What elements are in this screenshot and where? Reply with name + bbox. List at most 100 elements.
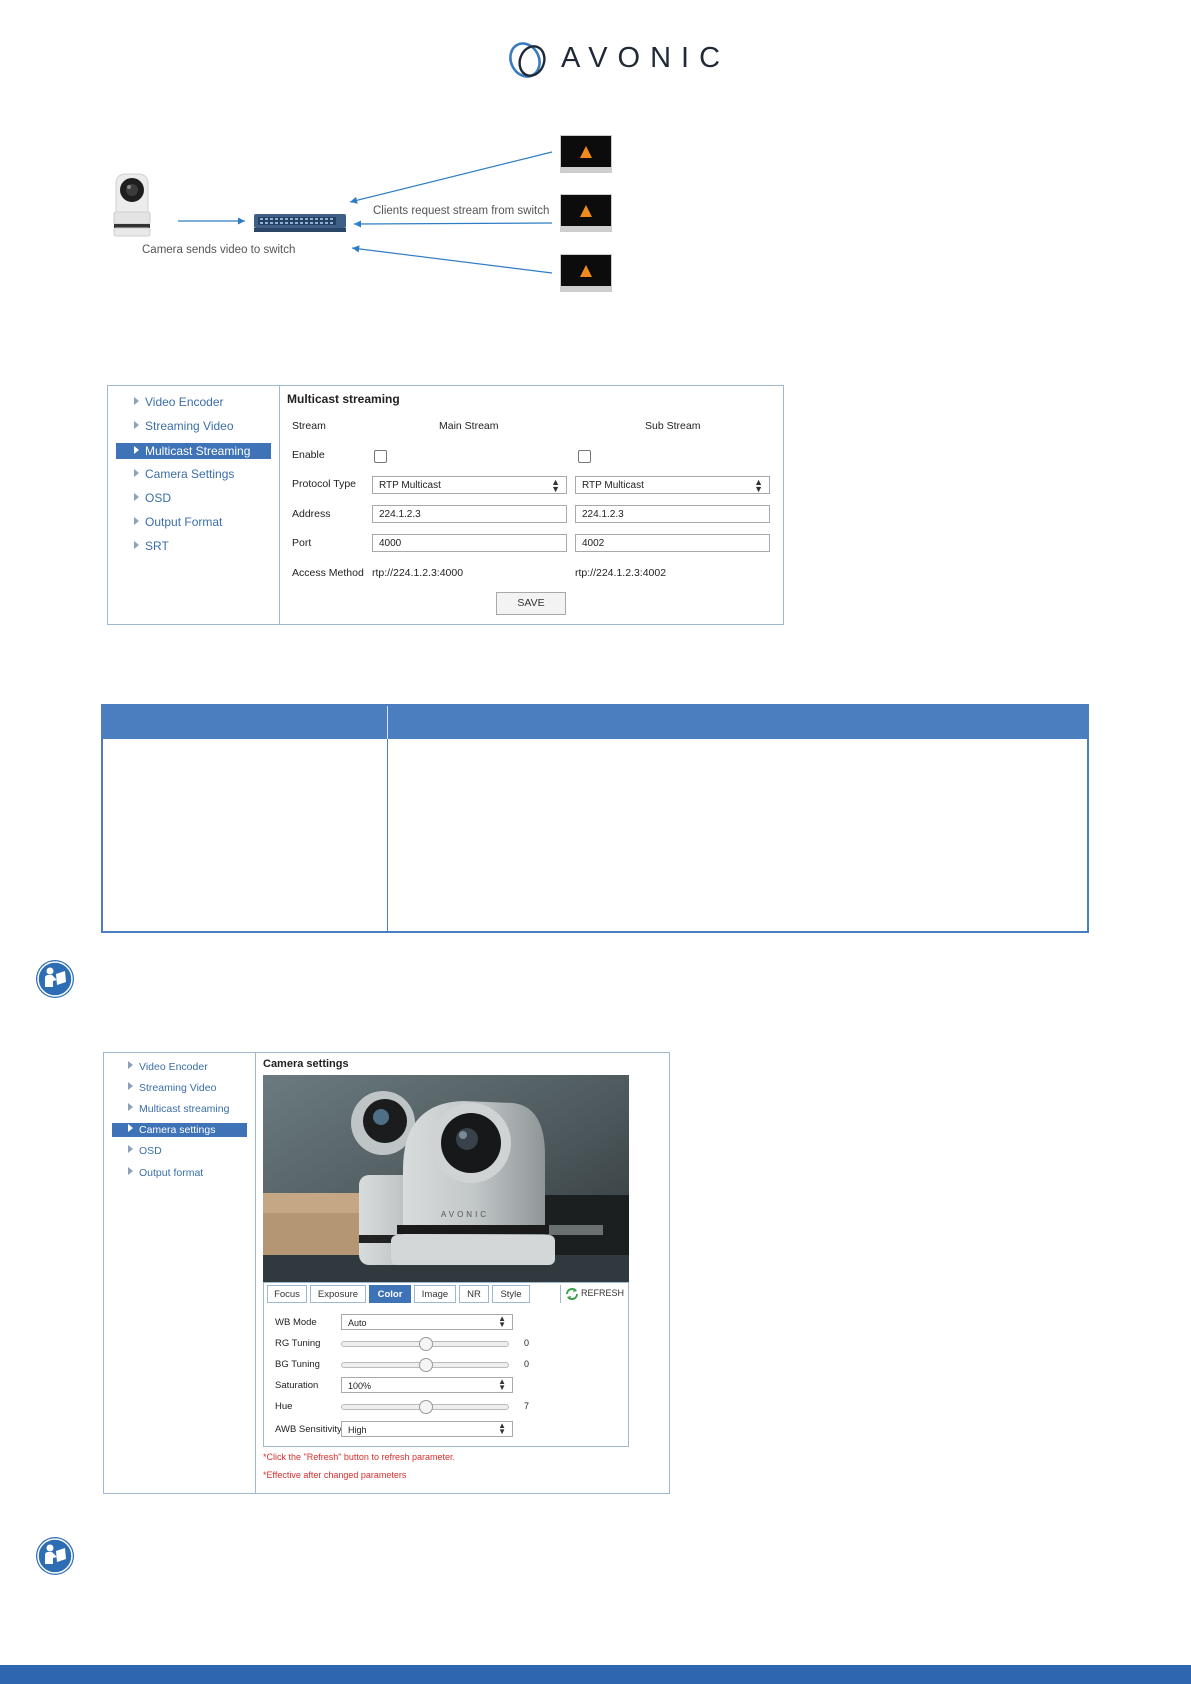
vlc-cone-icon	[580, 265, 592, 277]
save-button[interactable]: SAVE	[496, 592, 566, 615]
triangle-right-icon	[128, 1167, 133, 1175]
info-note-icon	[36, 960, 74, 998]
sidebar-item-osd[interactable]: OSD	[112, 1143, 247, 1160]
sub-address-input[interactable]: 224.1.2.3	[575, 505, 770, 523]
triangle-right-icon	[128, 1061, 133, 1069]
rg-tuning-value: 0	[524, 1338, 530, 1348]
tab-style[interactable]: Style	[492, 1285, 530, 1303]
hue-slider-thumb[interactable]	[419, 1400, 433, 1414]
saturation-select[interactable]: 100% ▲ ▼	[341, 1377, 513, 1393]
logo-wordmark: AVONIC	[561, 42, 731, 74]
select-arrows-icon: ▲ ▼	[498, 1421, 506, 1436]
camera-caption: Camera sends video to switch	[142, 244, 296, 256]
footer-bar	[0, 1665, 1191, 1684]
triangle-right-icon	[134, 517, 139, 525]
camera-sidebar: Video Encoder Streaming Video Multicast …	[104, 1053, 256, 1493]
triangle-right-icon	[134, 493, 139, 501]
avonic-logo-icon	[509, 42, 546, 78]
tab-nr[interactable]: NR	[459, 1285, 489, 1303]
main-port-input[interactable]: 4000	[372, 534, 567, 552]
tab-exposure[interactable]: Exposure	[310, 1285, 366, 1303]
table-header	[103, 706, 1087, 739]
network-switch-icon	[254, 214, 346, 232]
port-label: Port	[292, 537, 312, 549]
hue-value: 7	[524, 1401, 530, 1411]
multicast-title: Multicast streaming	[287, 392, 400, 406]
parameter-table	[101, 704, 1089, 933]
main-enable-checkbox[interactable]	[374, 450, 387, 463]
main-access-url: rtp://224.1.2.3:4000	[372, 567, 464, 579]
bg-tuning-value: 0	[524, 1359, 530, 1369]
awb-sensitivity-select[interactable]: High ▲ ▼	[341, 1421, 513, 1437]
sidebar-item-video-encoder[interactable]: Video Encoder	[116, 394, 271, 411]
refresh-icon	[566, 1288, 578, 1300]
awb-sensitivity-label: AWB Sensitivity	[275, 1424, 342, 1435]
main-stream-column-label: Main Stream	[439, 420, 499, 432]
client-player-3	[560, 254, 612, 292]
main-address-input[interactable]: 224.1.2.3	[372, 505, 567, 523]
select-arrows-icon: ▲ ▼	[498, 1314, 506, 1329]
hue-label: Hue	[275, 1401, 293, 1412]
sidebar-item-output-format[interactable]: Output format	[112, 1165, 247, 1182]
multicast-sidebar: Video Encoder Streaming Video Multicast …	[108, 386, 280, 624]
protocol-type-label: Protocol Type	[292, 478, 357, 490]
info-note-icon	[36, 1537, 74, 1575]
sub-port-input[interactable]: 4002	[575, 534, 770, 552]
effective-note: *Effective after changed parameters	[263, 1470, 407, 1480]
sub-access-url: rtp://224.1.2.3:4002	[575, 567, 667, 579]
sidebar-item-multicast-streaming[interactable]: Multicast Streaming	[116, 443, 271, 459]
client1-arrow	[349, 151, 553, 204]
sidebar-item-output-format[interactable]: Output Format	[116, 514, 271, 531]
enable-label: Enable	[292, 449, 325, 461]
triangle-right-icon	[128, 1124, 133, 1132]
rg-tuning-label: RG Tuning	[275, 1338, 321, 1349]
sub-stream-column-label: Sub Stream	[645, 420, 701, 432]
sidebar-item-multicast-streaming[interactable]: Multicast streaming	[112, 1101, 247, 1118]
triangle-right-icon	[134, 469, 139, 477]
select-arrows-icon: ▲ ▼	[551, 477, 560, 494]
sidebar-item-camera-settings[interactable]: Camera Settings	[116, 466, 271, 483]
client-player-1	[560, 135, 612, 173]
client-player-2	[560, 194, 612, 232]
sub-protocol-select[interactable]: RTP Multicast ▲ ▼	[575, 476, 770, 494]
bg-tuning-label: BG Tuning	[275, 1359, 320, 1370]
wb-mode-select[interactable]: Auto ▲ ▼	[341, 1314, 513, 1330]
preview-brand-label: AVONIC	[441, 1210, 490, 1219]
camera-settings-title: Camera settings	[263, 1058, 349, 1070]
refresh-note: *Click the "Refresh" button to refresh p…	[263, 1452, 455, 1462]
triangle-right-icon	[134, 541, 139, 549]
camera-preview: AVONIC	[263, 1075, 629, 1282]
sidebar-item-srt[interactable]: SRT	[116, 538, 271, 555]
select-arrows-icon: ▲ ▼	[498, 1377, 506, 1392]
triangle-right-icon	[128, 1103, 133, 1111]
sub-enable-checkbox[interactable]	[578, 450, 591, 463]
sidebar-item-streaming-video[interactable]: Streaming Video	[112, 1080, 247, 1097]
triangle-right-icon	[134, 421, 139, 429]
access-method-label: Access Method	[292, 567, 364, 579]
camera-preview-image	[263, 1075, 629, 1282]
tab-focus[interactable]: Focus	[267, 1285, 307, 1303]
vlc-cone-icon	[580, 146, 592, 158]
tab-image[interactable]: Image	[414, 1285, 456, 1303]
sidebar-item-streaming-video[interactable]: Streaming Video	[116, 418, 271, 435]
sidebar-item-camera-settings[interactable]: Camera settings	[112, 1123, 247, 1137]
stream-column-label: Stream	[292, 420, 326, 432]
triangle-right-icon	[134, 446, 139, 454]
clients-caption: Clients request stream from switch	[373, 205, 550, 217]
diagram-drawing	[113, 151, 553, 274]
ptz-camera-icon	[113, 173, 151, 237]
rg-tuning-slider-thumb[interactable]	[419, 1337, 433, 1351]
client2-arrow	[353, 220, 553, 228]
tab-color[interactable]: Color	[369, 1285, 411, 1303]
bg-tuning-slider-thumb[interactable]	[419, 1358, 433, 1372]
select-arrows-icon: ▲ ▼	[754, 477, 763, 494]
avonic-logo: AVONIC	[505, 38, 720, 82]
sidebar-item-osd[interactable]: OSD	[116, 490, 271, 507]
refresh-button[interactable]: REFRESH	[560, 1285, 629, 1303]
sidebar-item-video-encoder[interactable]: Video Encoder	[112, 1059, 247, 1076]
multicast-settings-panel: Video Encoder Streaming Video Multicast …	[107, 385, 784, 625]
triangle-right-icon	[128, 1082, 133, 1090]
client3-arrow	[351, 245, 553, 274]
multicast-diagram: Camera sends video to switch Clients req…	[100, 120, 640, 300]
main-protocol-select[interactable]: RTP Multicast ▲ ▼	[372, 476, 567, 494]
